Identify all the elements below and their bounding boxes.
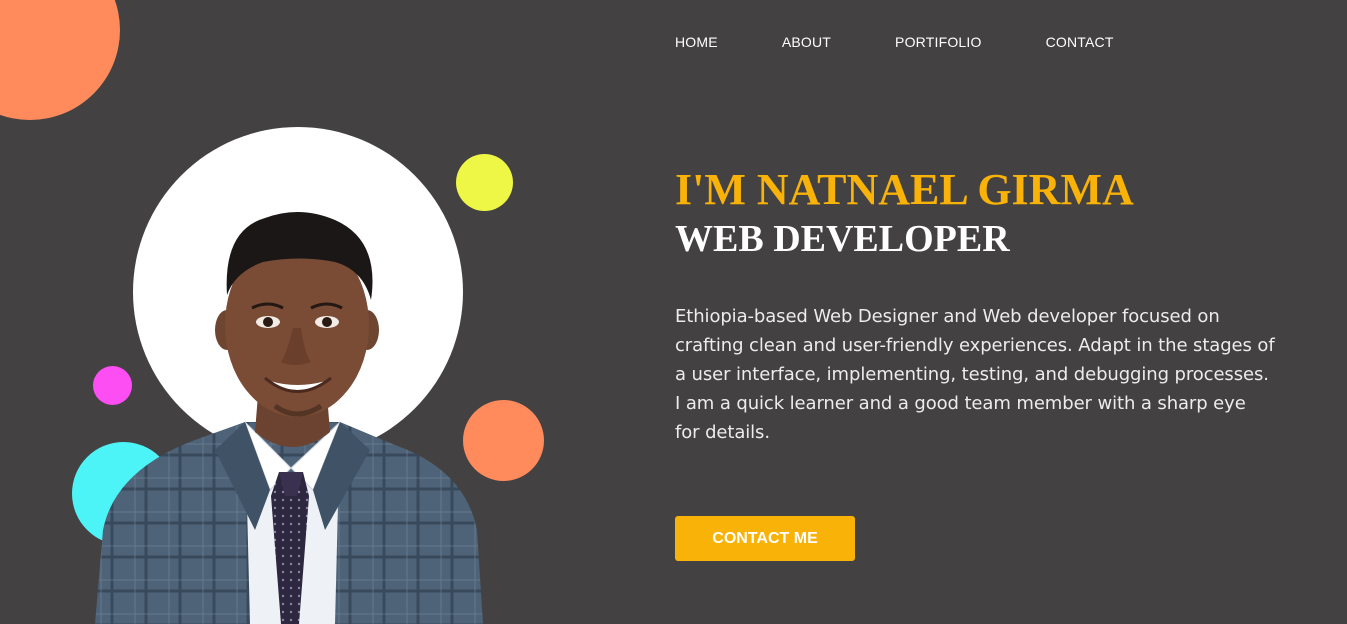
main-nav: HOME ABOUT PORTIFOLIO CONTACT <box>675 34 1114 50</box>
nav-link-contact[interactable]: CONTACT <box>1046 34 1114 50</box>
nav-link-home[interactable]: HOME <box>675 34 718 50</box>
hero-bio: Ethiopia-based Web Designer and Web deve… <box>675 306 1275 443</box>
hero-role-heading: WEB DEVELOPER <box>675 218 1010 260</box>
decorative-circle-orange-top <box>0 0 120 120</box>
profile-portrait <box>95 211 483 624</box>
nav-link-about[interactable]: ABOUT <box>782 34 831 50</box>
contact-me-button[interactable]: CONTACT ME <box>675 516 855 561</box>
hero-name-heading: I'M NATNAEL GIRMA <box>675 165 1134 214</box>
nav-link-portfolio[interactable]: PORTIFOLIO <box>895 34 982 50</box>
